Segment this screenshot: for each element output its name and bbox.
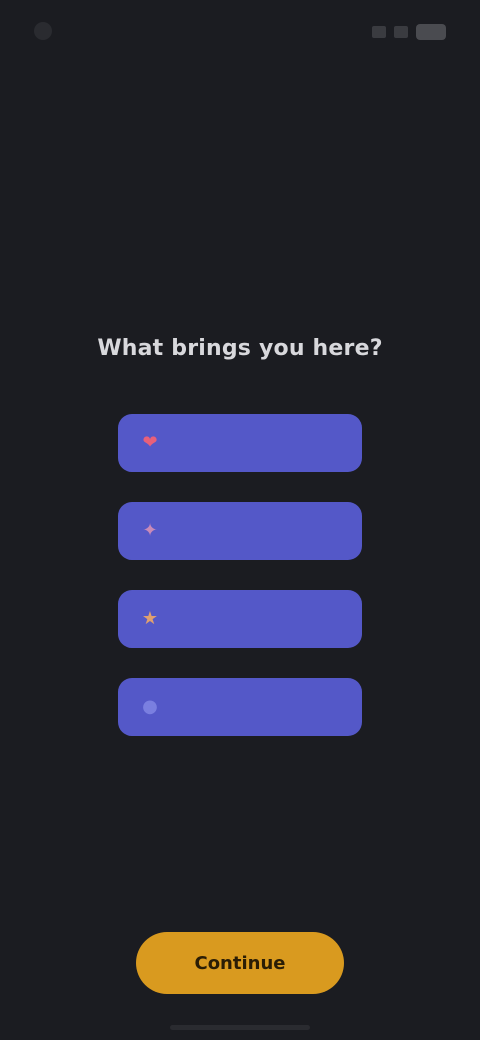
onboarding-screen: What brings you here? ❤ ✦ ★ ● Continue xyxy=(0,0,480,1040)
option-button-4[interactable]: ● xyxy=(118,678,362,736)
option-list: ❤ ✦ ★ ● xyxy=(118,414,362,736)
page-title: What brings you here? xyxy=(97,336,383,361)
battery-icon xyxy=(416,24,446,40)
camera-dot-icon xyxy=(34,22,52,40)
star-icon: ★ xyxy=(141,608,159,629)
status-bar xyxy=(0,0,480,64)
home-indicator xyxy=(170,1025,310,1030)
option-button-1[interactable]: ❤ xyxy=(118,414,362,472)
wifi-icon xyxy=(394,26,408,38)
status-right xyxy=(372,18,446,46)
heart-icon: ❤ xyxy=(142,432,158,453)
sparkle-icon: ✦ xyxy=(142,520,158,541)
signal-icon xyxy=(372,26,386,38)
status-left xyxy=(34,14,146,48)
option-button-2[interactable]: ✦ xyxy=(118,502,362,560)
option-button-3[interactable]: ★ xyxy=(118,590,362,648)
continue-button[interactable]: Continue xyxy=(136,932,344,994)
circle-icon: ● xyxy=(142,696,158,717)
